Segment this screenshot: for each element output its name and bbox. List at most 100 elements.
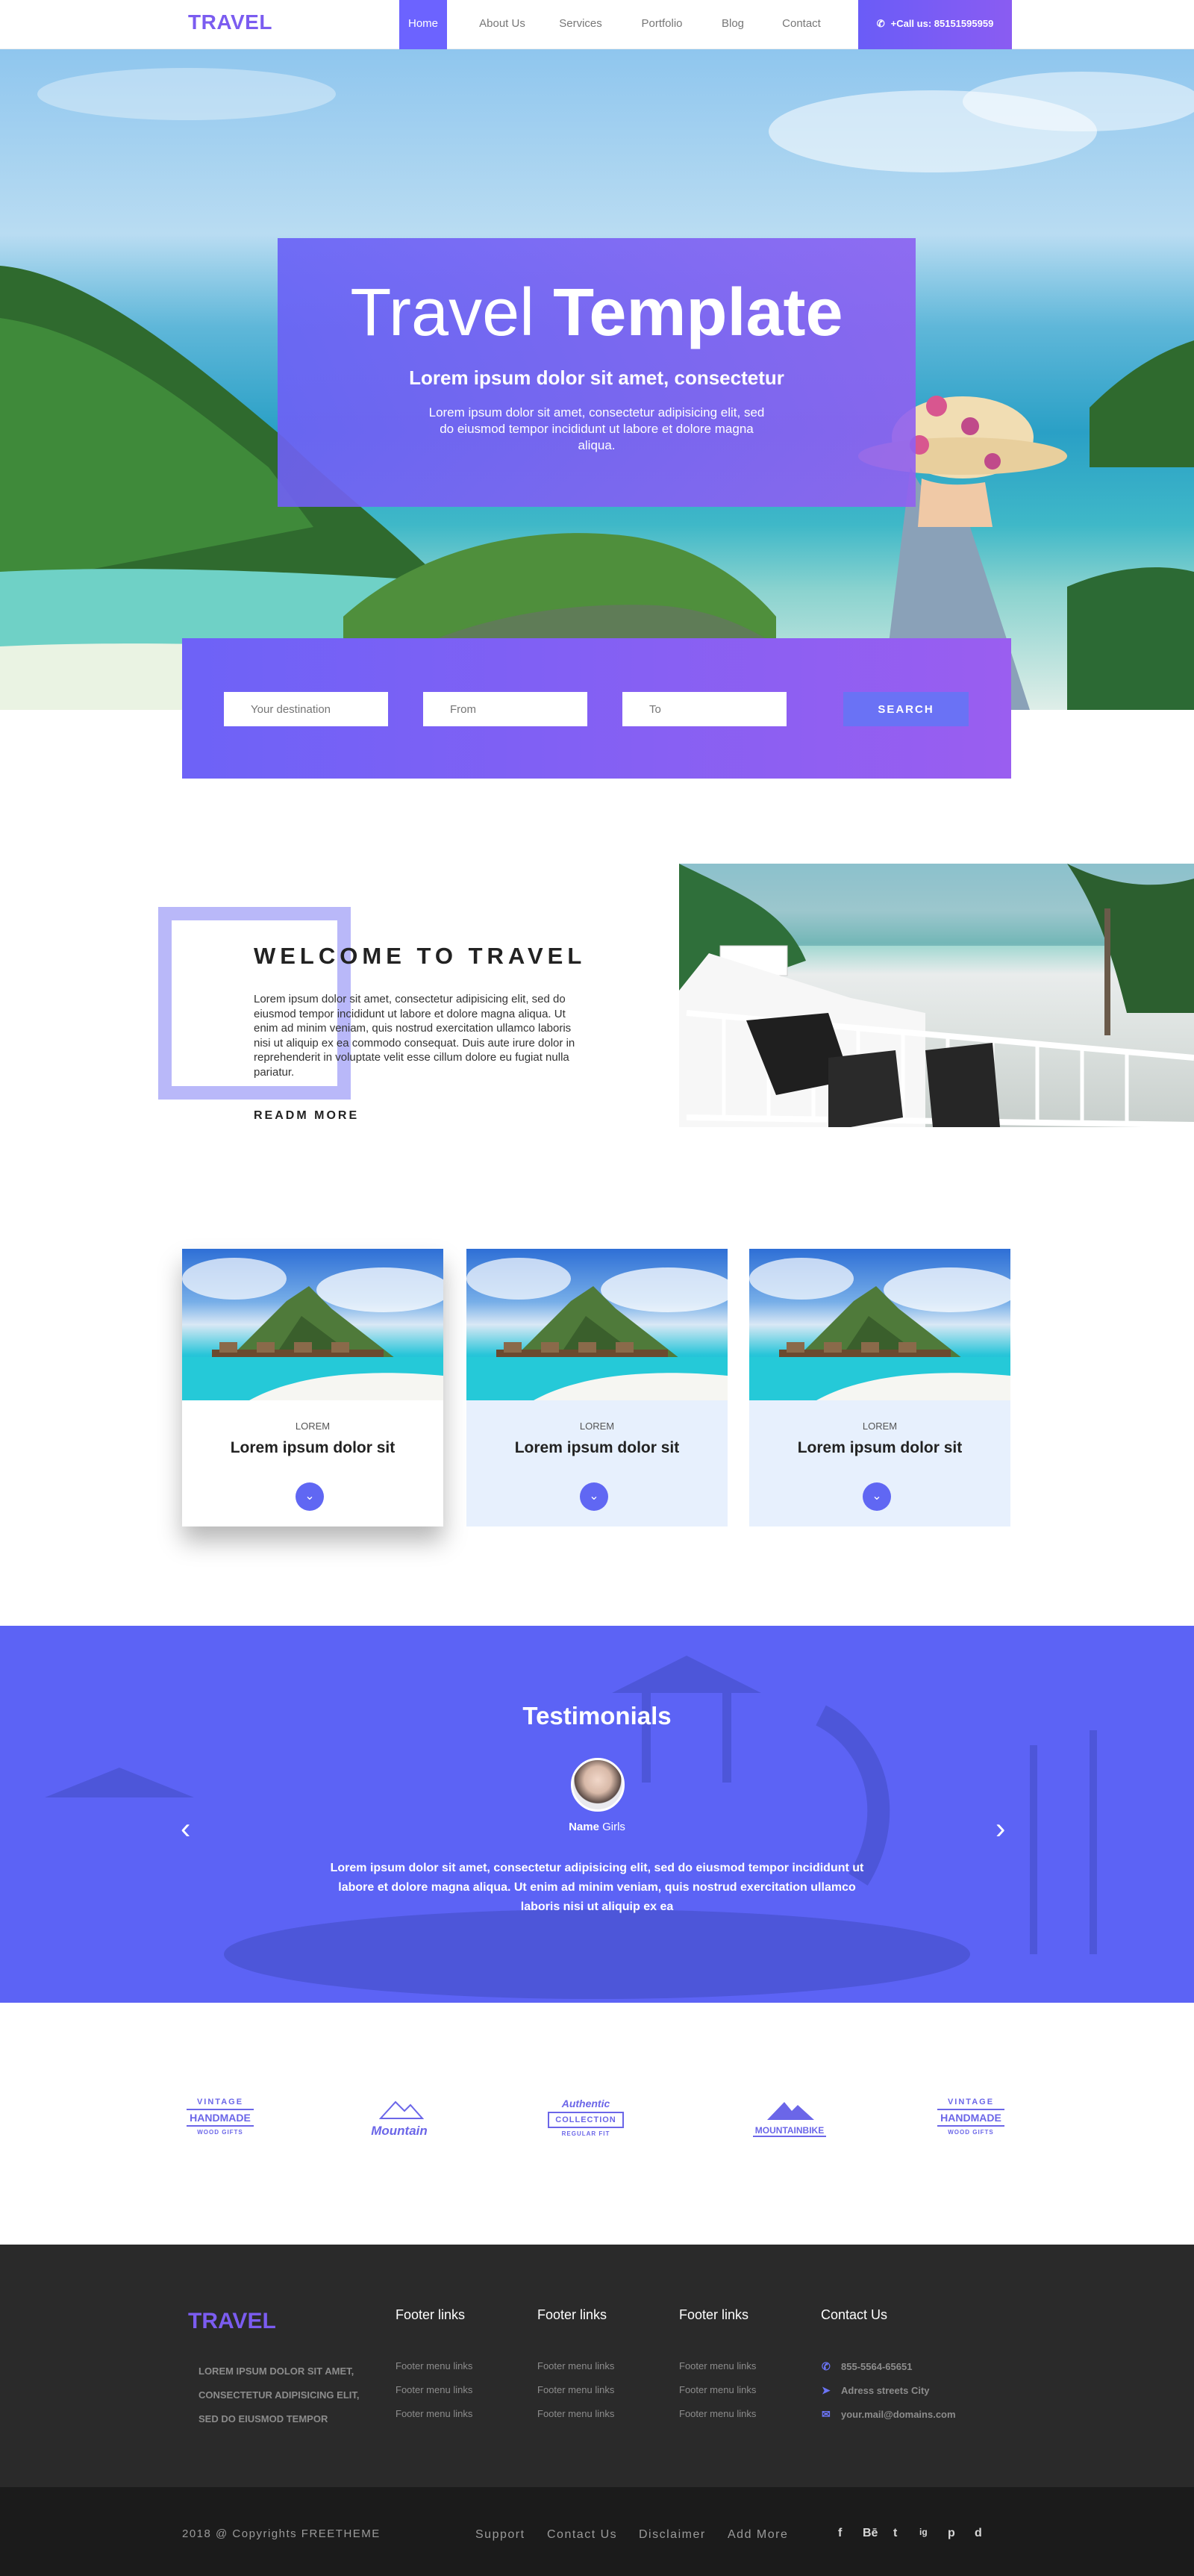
footer-link[interactable]: Footer menu links [679,2384,756,2395]
nav-home[interactable]: Home [399,0,447,49]
footer-link[interactable]: Footer menu links [537,2408,614,2419]
footer-link[interactable]: Footer menu links [396,2384,472,2395]
tour-card[interactable]: LOREM Lorem ipsum dolor sit ⌄ [466,1249,728,1526]
search-panel: SEARCH [182,638,1011,779]
chevron-right-icon[interactable]: › [995,1814,1005,1844]
to-input[interactable] [622,692,787,726]
envelope-icon: ✉ [822,2408,831,2420]
pinterest-icon[interactable]: p [948,2527,955,2540]
welcome-text: Lorem ipsum dolor sit amet, consectetur … [254,993,575,1079]
testimonial-author: Name Girls [0,1821,1194,1833]
read-more-link[interactable]: READM MORE [254,1109,359,1123]
footer-heading: Footer links [396,2307,466,2322]
resort-background-image [45,1656,1097,1999]
tour-card[interactable]: LOREM Lorem ipsum dolor sit ⌄ [182,1249,443,1526]
nav-about[interactable]: About Us [468,0,537,49]
chevron-left-icon[interactable]: ‹ [181,1814,190,1844]
nav-contact[interactable]: Contact [773,0,830,49]
copyright-text: 2018 @ Copyrights FREETHEME [182,2527,381,2540]
support-link[interactable]: Support [475,2528,525,2542]
hero-title-thin: Travel [350,275,535,350]
logo-main-text: HANDMADE [937,2109,1004,2127]
logo-bottom-text: WOOD GIFTS [948,2129,994,2136]
site-logo[interactable]: TRAVEL [188,10,272,34]
footer-link[interactable]: Footer menu links [396,2408,472,2419]
card-category: LOREM [295,1420,331,1432]
destination-input[interactable] [224,692,388,726]
card-body: LOREM Lorem ipsum dolor sit ⌄ [182,1400,443,1526]
card-title: Lorem ipsum dolor sit [514,1439,680,1456]
logo-top-text: Authentic [561,2098,610,2109]
nav-services[interactable]: Services [551,0,610,49]
resort-balcony-illustration [679,864,1194,1127]
hero-title: Travel Template [278,275,916,350]
card-title: Lorem ipsum dolor sit [230,1439,396,1456]
dribbble-icon[interactable]: d [975,2527,982,2540]
logo-main-text: Mountain [371,2124,428,2138]
instagram-icon[interactable]: ig [919,2527,928,2537]
testimonial-name: Name [569,1821,599,1833]
island-illustration [749,1258,1010,1400]
chevron-down-icon[interactable]: ⌄ [863,1482,891,1511]
search-button[interactable]: SEARCH [843,692,969,726]
hero-subtitle: Lorem ipsum dolor sit amet, consectetur [409,367,784,389]
footer-heading: Footer links [679,2307,749,2322]
contact-email[interactable]: ✉ your.mail@domains.com [822,2408,956,2421]
footer-tagline: LOREM IPSUM DOLOR SIT AMET, CONSECTETUR … [199,2366,360,2424]
testimonial-text: Lorem ipsum dolor sit amet, consectetur … [330,1862,864,1913]
mountain-icon [767,2102,814,2120]
site-header: TRAVEL Home About Us Services Portfolio … [0,0,1194,49]
island-illustration [182,1258,443,1400]
contact-address: ➤ Adress streets City [822,2384,930,2397]
from-input[interactable] [423,692,587,726]
call-label: +Call us: 85151595959 [890,18,994,29]
logo-main-text: HANDMADE [187,2109,254,2127]
logo-main-text: MOUNTAINBIKE [753,2125,826,2137]
island-illustration [466,1258,728,1400]
disclaimer-link[interactable]: Disclaimer [639,2528,706,2542]
card-image [182,1249,443,1400]
footer-link[interactable]: Footer menu links [537,2384,614,2395]
testimonial-role: Girls [602,1821,625,1833]
avatar [571,1758,625,1812]
card-body: LOREM Lorem ipsum dolor sit ⌄ [749,1400,1010,1526]
phone-icon: ✆ [876,18,885,29]
nav-blog[interactable]: Blog [712,0,754,49]
bottom-bar: 2018 @ Copyrights FREETHEME Support Cont… [0,2487,1194,2576]
brand-logo: MOUNTAINBIKE [748,2098,831,2156]
brand-logo: Authentic COLLECTION REGULAR FIT [545,2098,627,2156]
contact-email-text: your.mail@domains.com [841,2409,956,2420]
logo-main-text: COLLECTION [548,2112,624,2128]
welcome-resort-image [679,864,1194,1127]
nav-portfolio[interactable]: Portfolio [631,0,693,49]
footer-link[interactable]: Footer menu links [679,2408,756,2419]
behance-icon[interactable]: Bē [863,2527,878,2540]
contact-us-link[interactable]: Contact Us [547,2528,617,2542]
hero-section: Travel Template Lorem ipsum dolor sit am… [0,49,1194,710]
testimonials-title: Testimonials [522,1702,672,1730]
twitter-icon[interactable]: t [893,2527,897,2540]
mountain-icon [378,2101,425,2119]
chevron-down-icon[interactable]: ⌄ [296,1482,324,1511]
hero-description: Lorem ipsum dolor sit amet, consectetur … [428,405,765,452]
footer-link[interactable]: Footer menu links [679,2360,756,2371]
call-button[interactable]: ✆ +Call us: 85151595959 [858,0,1012,49]
footer-logo[interactable]: TRAVEL [188,2309,276,2334]
logo-bottom-text: REGULAR FIT [561,2130,610,2137]
brand-logo: Mountain [358,2098,440,2156]
contact-phone[interactable]: ✆ 855-5564-65651 [822,2360,912,2373]
footer-link[interactable]: Footer menu links [396,2360,472,2371]
footer-link[interactable]: Footer menu links [537,2360,614,2371]
contact-address-text: Adress streets City [841,2385,930,2396]
logo-top-text: VINTAGE [947,2098,995,2106]
tour-card[interactable]: LOREM Lorem ipsum dolor sit ⌄ [749,1249,1010,1526]
add-more-link[interactable]: Add More [728,2528,788,2542]
card-image [749,1249,1010,1400]
facebook-icon[interactable]: f [838,2527,842,2540]
phone-icon: ✆ [822,2360,831,2372]
card-image [466,1249,728,1400]
card-title: Lorem ipsum dolor sit [797,1439,963,1456]
welcome-title: WELCOME TO TRAVEL [254,943,587,969]
chevron-down-icon[interactable]: ⌄ [580,1482,608,1511]
footer-heading: Footer links [537,2307,607,2322]
